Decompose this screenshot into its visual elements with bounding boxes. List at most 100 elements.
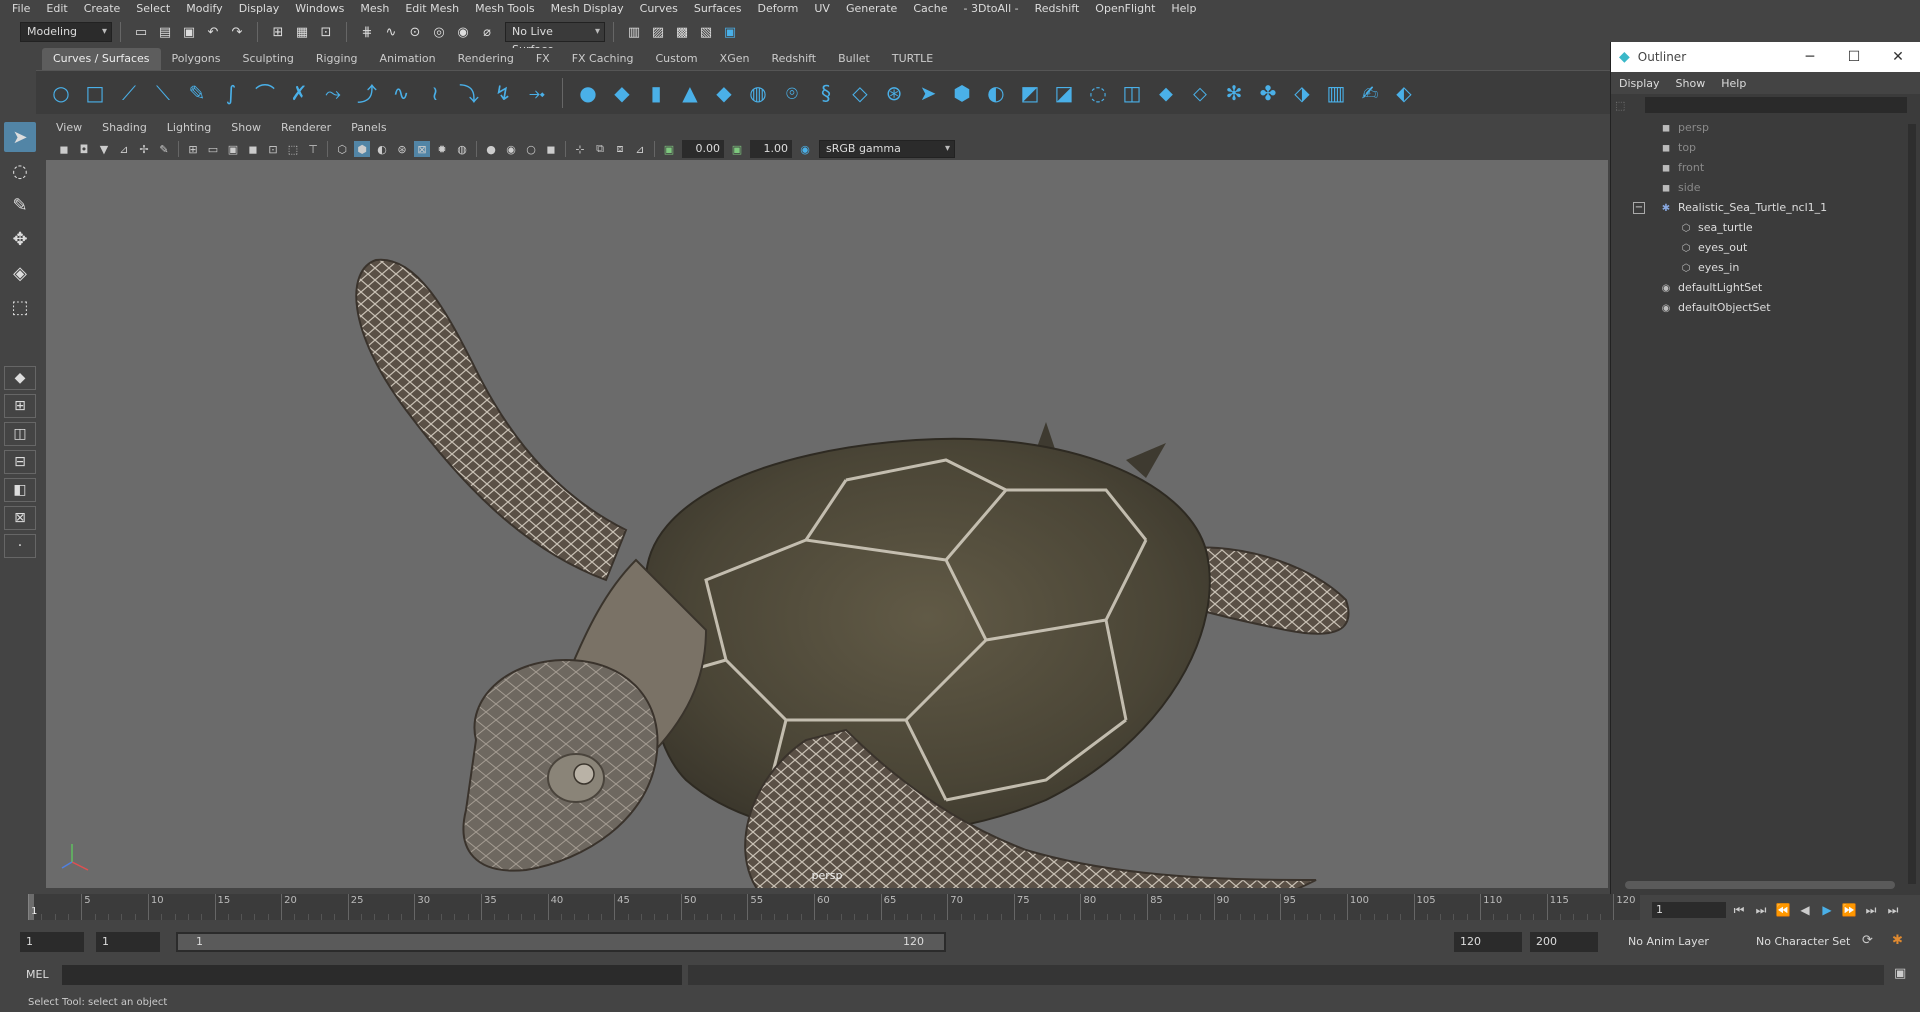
menu-redshift[interactable]: Redshift <box>1027 0 1088 18</box>
isolate-select-icon[interactable]: ◼ <box>543 141 559 157</box>
attach-surface-icon[interactable]: ✍ <box>1356 79 1384 107</box>
snap-point-icon[interactable]: ⊙ <box>406 23 424 41</box>
workspace-dropdown[interactable]: Modeling <box>20 22 112 42</box>
outliner-item-top[interactable]: ◼ top <box>1611 138 1920 158</box>
panel-menu-view[interactable]: View <box>46 118 92 138</box>
tab-xgen[interactable]: XGen <box>709 48 761 70</box>
arc-icon[interactable]: ⌒ <box>251 79 279 107</box>
render-settings-icon[interactable]: ▧ <box>697 23 715 41</box>
animation-end-field[interactable]: 200 <box>1530 932 1598 952</box>
menu-select[interactable]: Select <box>128 0 178 18</box>
persp-graph-layout-icon[interactable]: ⊟ <box>4 450 36 474</box>
snap-grid-icon[interactable]: ⋕ <box>358 23 376 41</box>
nurbs-sphere-icon[interactable]: ● <box>574 79 602 107</box>
nurbs-circle-icon[interactable]: ○ <box>47 79 75 107</box>
outliner-item-sea-turtle[interactable]: ⬡ sea_turtle <box>1611 218 1920 238</box>
select-hierarchy-icon[interactable]: ⊞ <box>269 23 287 41</box>
extend-curve-icon[interactable]: ∿ <box>387 79 415 107</box>
exposure-field[interactable]: 0.00 <box>682 140 724 158</box>
go-to-start-icon[interactable]: ⏮ <box>1728 903 1750 918</box>
range-slider[interactable]: 1 120 <box>176 932 946 952</box>
anim-layer-dropdown[interactable]: No Anim Layer <box>1622 932 1734 952</box>
outliner-item-default-light-set[interactable]: ◉ defaultLightSet <box>1611 278 1920 298</box>
grid-icon[interactable]: ⊞ <box>185 141 201 157</box>
2d-pan-zoom-icon[interactable]: ✢ <box>136 141 152 157</box>
time-slider[interactable]: 1 5 10 15 20 25 30 35 40 45 50 55 60 65 70 75 80 85 90 95 10… <box>0 888 1640 924</box>
playback-end-field[interactable]: 120 <box>1454 932 1522 952</box>
exposure-icon[interactable]: ▣ <box>661 141 677 157</box>
lasso-tool-icon[interactable]: ◌ <box>4 156 36 186</box>
bevel-icon[interactable]: ▥ <box>1322 79 1350 107</box>
cv-curve-icon[interactable]: ⟋ <box>115 79 143 107</box>
tab-redshift[interactable]: Redshift <box>760 48 827 70</box>
outliner-menu-display[interactable]: Display <box>1619 77 1670 90</box>
current-time-marker[interactable] <box>28 894 34 920</box>
animation-start-field[interactable]: 1 <box>20 932 84 952</box>
nurbs-plane-icon[interactable]: ◆ <box>710 79 738 107</box>
snap-surface-icon[interactable]: ◉ <box>454 23 472 41</box>
tab-bullet[interactable]: Bullet <box>827 48 881 70</box>
time-ruler[interactable]: 1 5 10 15 20 25 30 35 40 45 50 55 60 65 70 75 80 85 90 95 10… <box>28 894 1640 920</box>
use-all-lights-icon[interactable]: ⊠ <box>414 141 430 157</box>
nurbs-cone-icon[interactable]: ▲ <box>676 79 704 107</box>
outliner-item-eyes-out[interactable]: ⬡ eyes_out <box>1611 238 1920 258</box>
panel-menu-renderer[interactable]: Renderer <box>271 118 341 138</box>
filter-icon[interactable]: ⬚ <box>1615 99 1625 112</box>
backface-cull-icon[interactable]: ⊿ <box>632 141 648 157</box>
menu-cache[interactable]: Cache <box>905 0 955 18</box>
shadows-icon[interactable]: ✹ <box>434 141 450 157</box>
nurbs-cube-icon[interactable]: ◆ <box>608 79 636 107</box>
outliner-item-group[interactable]: − ✱ Realistic_Sea_Turtle_ncl1_1 <box>1611 198 1920 218</box>
xray-icon[interactable]: ⊹ <box>572 141 588 157</box>
outliner-layout-icon[interactable]: ⊠ <box>4 506 36 530</box>
wireframe-icon[interactable]: ⬡ <box>334 141 350 157</box>
tab-polygons[interactable]: Polygons <box>161 48 232 70</box>
nurbs-cylinder-icon[interactable]: ▮ <box>642 79 670 107</box>
insert-knot-icon[interactable]: ⤴ <box>353 79 381 107</box>
trim-tool-icon[interactable]: ◪ <box>1050 79 1078 107</box>
menu-windows[interactable]: Windows <box>287 0 352 18</box>
bookmark-icon[interactable]: ▼ <box>96 141 112 157</box>
redo-icon[interactable]: ↷ <box>228 23 246 41</box>
untrim-icon[interactable]: ◌ <box>1084 79 1112 107</box>
menu-create[interactable]: Create <box>76 0 129 18</box>
nurbs-square-icon[interactable]: □ <box>81 79 109 107</box>
menu-generate[interactable]: Generate <box>838 0 905 18</box>
panel-menu-shading[interactable]: Shading <box>92 118 157 138</box>
reverse-curve-icon[interactable]: ↯ <box>489 79 517 107</box>
auto-key-icon[interactable]: ⟳ <box>1862 933 1873 948</box>
menu-edit[interactable]: Edit <box>38 0 75 18</box>
outliner-menu-help[interactable]: Help <box>1721 77 1756 90</box>
outliner-vertical-scrollbar[interactable] <box>1908 124 1916 884</box>
grease-pencil-icon[interactable]: ✎ <box>156 141 172 157</box>
color-management-icon[interactable]: ◉ <box>797 141 813 157</box>
outliner-item-default-object-set[interactable]: ◉ defaultObjectSet <box>1611 298 1920 318</box>
current-frame-field[interactable]: 1 <box>1652 902 1726 918</box>
side-by-side-layout-icon[interactable]: ◫ <box>4 422 36 446</box>
paint-select-icon[interactable]: ✎ <box>4 190 36 220</box>
snap-curve-icon[interactable]: ∿ <box>382 23 400 41</box>
select-object-icon[interactable]: ▦ <box>293 23 311 41</box>
panel-menu-lighting[interactable]: Lighting <box>157 118 221 138</box>
panel-menu-show[interactable]: Show <box>221 118 271 138</box>
revolve-icon[interactable]: ⌾ <box>778 79 806 107</box>
single-view-layout-icon[interactable]: ◆ <box>4 366 36 390</box>
hypershade-icon[interactable]: ▣ <box>721 23 739 41</box>
menu-mesh[interactable]: Mesh <box>352 0 397 18</box>
menu-3dtoall[interactable]: - 3DtoAll - <box>956 0 1027 18</box>
menu-mesh-tools[interactable]: Mesh Tools <box>467 0 543 18</box>
maximize-icon[interactable]: ☐ <box>1832 49 1876 65</box>
image-plane-icon[interactable]: ⊿ <box>116 141 132 157</box>
birail-icon[interactable]: ➤ <box>914 79 942 107</box>
tab-turtle[interactable]: TURTLE <box>881 48 944 70</box>
safe-title-icon[interactable]: ⊤ <box>305 141 321 157</box>
outliner-menu-show[interactable]: Show <box>1676 77 1716 90</box>
gamma-field[interactable]: 1.00 <box>750 140 792 158</box>
panel-menu-panels[interactable]: Panels <box>341 118 396 138</box>
render-frame-icon[interactable]: ▨ <box>649 23 667 41</box>
close-icon[interactable]: ✕ <box>1876 49 1920 65</box>
collapse-icon[interactable]: − <box>1633 202 1645 214</box>
playback-start-field[interactable]: 1 <box>96 932 160 952</box>
stitch-icon[interactable]: ✻ <box>1220 79 1248 107</box>
ep-curve-icon[interactable]: ⟍ <box>149 79 177 107</box>
